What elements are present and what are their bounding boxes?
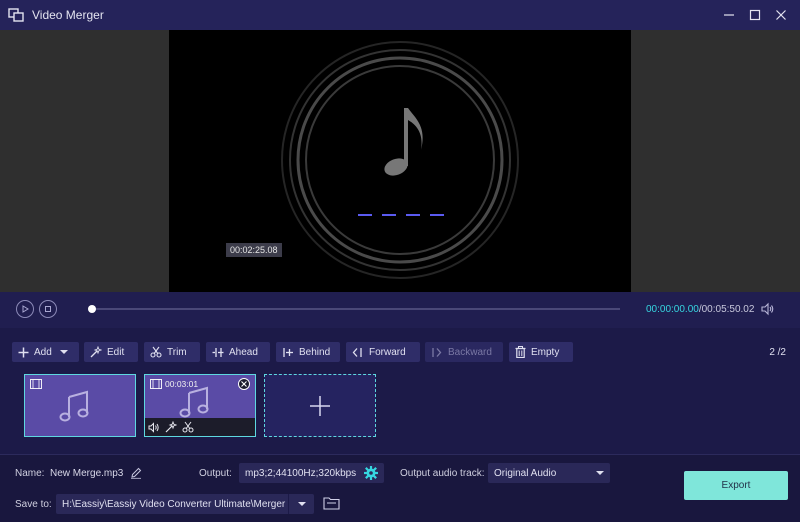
edit-label: Edit (107, 346, 125, 358)
add-label: Add (34, 346, 52, 358)
clip-actions (145, 418, 255, 436)
play-button[interactable] (16, 300, 34, 318)
minimize-icon (724, 14, 734, 16)
title-bar: Video Merger (0, 0, 800, 30)
progress-slider[interactable] (88, 305, 620, 313)
music-note-icon (179, 386, 209, 418)
maximize-button[interactable] (745, 5, 765, 25)
dash-indicator (358, 214, 444, 216)
output-format-value: mp3;2;44100Hz;320kbps (245, 467, 357, 479)
name-value: New Merge.mp3 (50, 468, 124, 479)
audio-track-value: Original Audio (494, 467, 557, 479)
player-controls: 00:00:00.00/00:05:50.02 (0, 292, 800, 328)
preview-area: 00:02:25.08 (0, 30, 800, 292)
stop-icon (45, 306, 51, 312)
output-format-field[interactable]: mp3;2;44100Hz;320kbps (239, 463, 384, 483)
toolbar: Add Edit Trim Ahead Behind Forward Backw… (0, 328, 800, 454)
behind-label: Behind (299, 346, 331, 358)
progress-handle[interactable] (88, 305, 96, 313)
film-icon (30, 379, 42, 389)
clip-item[interactable] (24, 374, 136, 437)
close-icon (776, 10, 786, 20)
export-button[interactable]: Export (684, 471, 788, 500)
maximize-icon (749, 9, 761, 21)
total-time: /00:05:50.02 (698, 304, 755, 315)
backward-label: Backward (448, 346, 492, 358)
empty-button[interactable]: Empty (509, 342, 573, 362)
trim-icon[interactable] (182, 421, 194, 433)
add-button[interactable]: Add (12, 342, 79, 362)
scissors-icon (150, 346, 162, 358)
ahead-label: Ahead (229, 346, 258, 358)
remove-icon (241, 381, 247, 387)
save-to-field[interactable]: H:\Eassiy\Eassiy Video Converter Ultimat… (56, 494, 314, 514)
music-note-icon (59, 390, 89, 422)
move-forward-icon (352, 347, 362, 357)
forward-label: Forward (369, 346, 406, 358)
folder-icon[interactable] (323, 496, 340, 510)
insert-ahead-icon (212, 347, 224, 357)
insert-behind-icon (283, 347, 293, 357)
merge-icon (8, 8, 24, 22)
magic-wand-icon (90, 346, 102, 358)
stop-button[interactable] (39, 300, 57, 318)
window-title: Video Merger (32, 8, 104, 22)
audio-track-label: Output audio track: (400, 468, 485, 479)
forward-button[interactable]: Forward (346, 342, 420, 362)
play-icon (22, 305, 29, 313)
volume-icon[interactable] (148, 421, 160, 433)
current-time: 00:00:00.00 (646, 304, 699, 315)
timestamp-overlay: 00:02:25.08 (226, 243, 282, 257)
plus-icon (18, 347, 29, 357)
time-readout: 00:00:00.00/00:05:50.02 (646, 304, 754, 315)
ahead-button[interactable]: Ahead (206, 342, 270, 362)
pencil-icon[interactable] (130, 467, 142, 479)
music-note-icon (384, 108, 423, 176)
add-clip-slot[interactable] (264, 374, 376, 437)
caret-down-icon (59, 350, 68, 354)
caret-down-icon (596, 471, 604, 475)
save-to-label: Save to: (15, 499, 52, 510)
move-backward-icon (432, 347, 442, 357)
save-to-dropdown-button[interactable] (288, 494, 314, 514)
page-counter: 2 /2 (769, 347, 786, 358)
trim-button[interactable]: Trim (144, 342, 200, 362)
minimize-button[interactable] (719, 5, 739, 25)
caret-down-icon (297, 502, 306, 506)
preview-video: 00:02:25.08 (169, 30, 631, 292)
backward-button[interactable]: Backward (425, 342, 503, 362)
film-icon (150, 379, 162, 389)
trim-label: Trim (167, 346, 187, 358)
behind-button[interactable]: Behind (276, 342, 340, 362)
audio-track-select[interactable]: Original Audio (488, 463, 610, 483)
plus-icon (310, 395, 330, 416)
empty-label: Empty (531, 346, 560, 358)
edit-icon[interactable] (165, 421, 177, 433)
clip-item[interactable]: 00:03:01 (144, 374, 256, 437)
volume-icon[interactable] (761, 302, 775, 316)
footer: Name: New Merge.mp3 Output: mp3;2;44100H… (0, 454, 800, 522)
save-to-value: H:\Eassiy\Eassiy Video Converter Ultimat… (62, 498, 286, 510)
name-label: Name: (15, 468, 45, 479)
output-label: Output: (199, 468, 232, 479)
gear-icon[interactable] (364, 466, 378, 480)
trash-icon (515, 346, 526, 358)
remove-clip-button[interactable] (238, 378, 250, 390)
edit-button[interactable]: Edit (84, 342, 138, 362)
close-button[interactable] (771, 5, 791, 25)
